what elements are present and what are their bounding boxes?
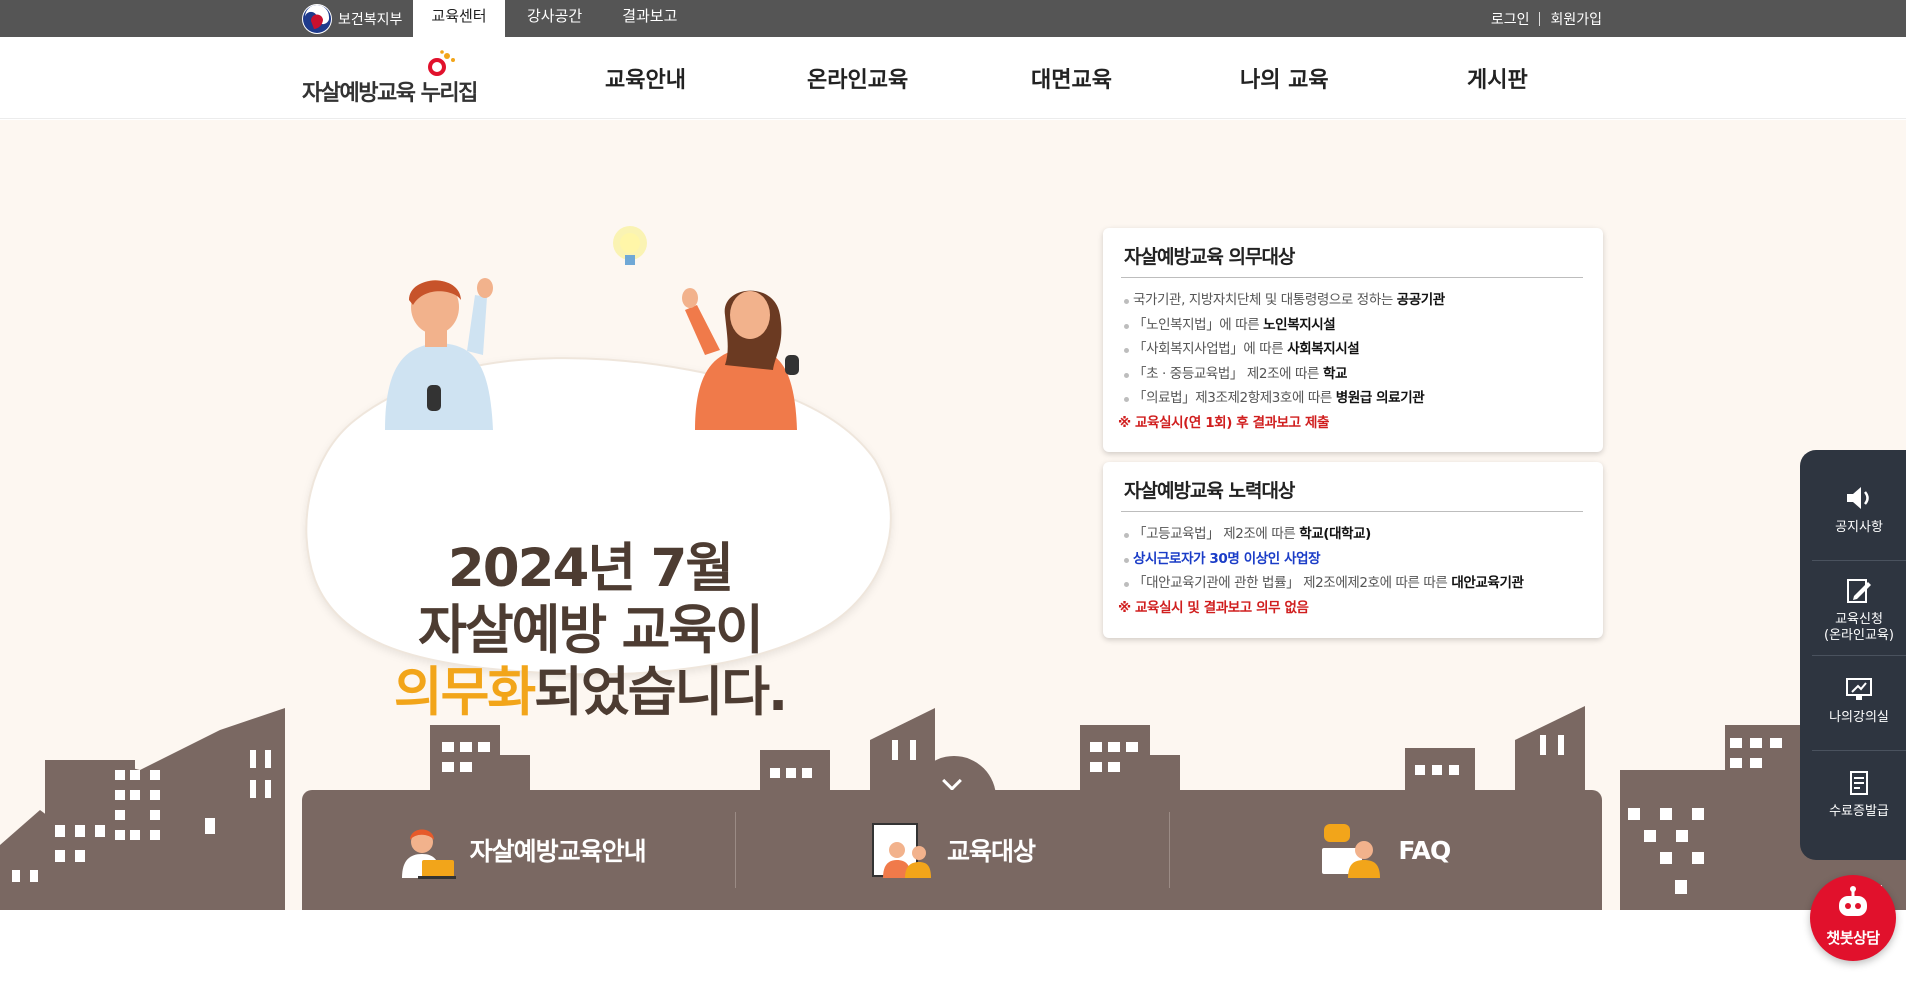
card-note: ※ 교육실시(연 1회) 후 결과보고 제출 [1118,414,1330,431]
quick-education-guide[interactable]: 자살예방교육안내 [302,790,735,910]
quick-label: 자살예방교육안내 [469,837,647,866]
hero-line-2: 자살예방 교육이 [418,600,764,661]
main-header: 자살예방교육 누리집 [0,37,1906,119]
list-item: 「의료법」제3조제2항제3호에 따른 병원급 의료기관 [1121,386,1583,411]
gov-logo[interactable]: 보건복지부 [302,3,402,34]
divider [1812,655,1906,656]
side-label: 수료증발급 [1829,804,1889,819]
list-item: 「고등교육법」 제2조에 따른 학교(대학교) [1121,522,1583,547]
quick-menu-bar: 자살예방교육안내 교육대상 FAQ [302,790,1602,910]
tab-education-center[interactable]: 교육센터 [413,0,505,37]
side-certificate[interactable]: 수료증발급 [1812,768,1906,820]
list-item: 상시근로자가 30명 이상인 사업장 [1121,547,1583,572]
monitor-icon [1846,678,1872,700]
hero-line-1: 2024년 7월 [447,538,734,599]
list-item: 「노인복지법」에 따른 노인복지시설 [1121,313,1583,338]
chatbot-label: 챗봇상담 [1826,929,1880,947]
people-document-icon [871,823,931,878]
list-item: 「초 · 중등교육법」 제2조에 따른 학교 [1121,362,1583,387]
hero-headline: 2024년 7월 자살예방 교육이 의무화되었습니다. [330,538,850,724]
side-my-classroom[interactable]: 나의강의실 [1812,674,1906,726]
side-label: 나의강의실 [1829,710,1889,725]
nav-my-education[interactable]: 나의 교육 [1240,62,1329,94]
side-apply-online[interactable]: 교육신청 (온라인교육) [1812,576,1906,644]
nav-online-education[interactable]: 온라인교육 [807,62,908,94]
nav-offline-education[interactable]: 대면교육 [1031,62,1112,94]
tab-instructor-space[interactable]: 강사공간 [507,0,602,37]
hero-line-3-rest: 되었습니다. [534,662,788,723]
lightbulb-icon [613,226,647,265]
top-util-links: 로그인 회원가입 [1491,0,1602,37]
top-tabs: 교육센터 강사공간 결과보고 [413,0,697,37]
chevron-down-icon [942,771,962,791]
side-label: 교육신청 [1835,612,1883,627]
nav-board[interactable]: 게시판 [1467,62,1528,94]
faq-person-icon [1322,824,1381,878]
hero-highlight: 의무화 [393,662,536,723]
taegeuk-emblem-icon [302,3,332,34]
divider [1812,560,1906,561]
counselor-laptop-icon [401,829,456,879]
quick-education-target[interactable]: 교육대상 [735,790,1168,910]
list-item: 국가기관, 지방자치단체 및 대통령령으로 정하는 공공기관 [1121,288,1583,313]
quick-label: FAQ [1398,835,1451,865]
divider [1812,750,1906,751]
effort-target-card: 자살예방교육 노력대상 「고등교육법」 제2조에 따른 학교(대학교) 상시근로… [1103,462,1603,638]
side-label: 공지사항 [1835,520,1883,535]
woman-illustration [682,288,799,430]
nav-education-guide[interactable]: 교육안내 [605,62,686,94]
chatbot-button[interactable]: 챗봇상담 [1810,875,1896,961]
speaker-icon [1847,487,1869,509]
hero-line-3: 의무화되었습니다. [330,662,850,724]
top-utility-bar: 보건복지부 교육센터 강사공간 결과보고 로그인 회원가입 [0,0,1906,37]
robot-icon [1839,886,1867,916]
man-illustration [385,278,493,430]
site-logo[interactable]: 자살예방교육 누리집 [302,50,492,106]
list-item: 「사회복지사업법」에 따른 사회복지시설 [1121,337,1583,362]
quick-label: 교육대상 [946,837,1036,866]
card-title: 자살예방교육 노력대상 [1121,476,1583,512]
site-logo-text: 자살예방교육 누리집 [302,81,478,106]
card-note: ※ 교육실시 및 결과보고 의무 없음 [1118,599,1309,616]
side-label-sub: (온라인교육) [1824,628,1894,643]
signup-link[interactable]: 회원가입 [1550,9,1602,29]
mandatory-target-card: 자살예방교육 의무대상 국가기관, 지방자치단체 및 대통령령으로 정하는 공공… [1103,228,1603,452]
divider [1539,11,1541,26]
gov-name: 보건복지부 [338,11,403,28]
list-item: 「대안교육기관에 관한 법률」 제2조에제2호에 따른 따른 대안교육기관 [1121,571,1583,596]
edit-document-icon [1847,579,1871,603]
quick-faq[interactable]: FAQ [1168,790,1602,910]
side-quick-menu: 공지사항 교육신청 (온라인교육) 나의강의실 수료증발급 [1800,450,1906,860]
tab-result-report[interactable]: 결과보고 [602,0,697,37]
certificate-icon [1850,771,1868,795]
login-link[interactable]: 로그인 [1491,9,1530,29]
side-notice[interactable]: 공지사항 [1812,482,1906,536]
card-title: 자살예방교육 의무대상 [1121,242,1583,278]
